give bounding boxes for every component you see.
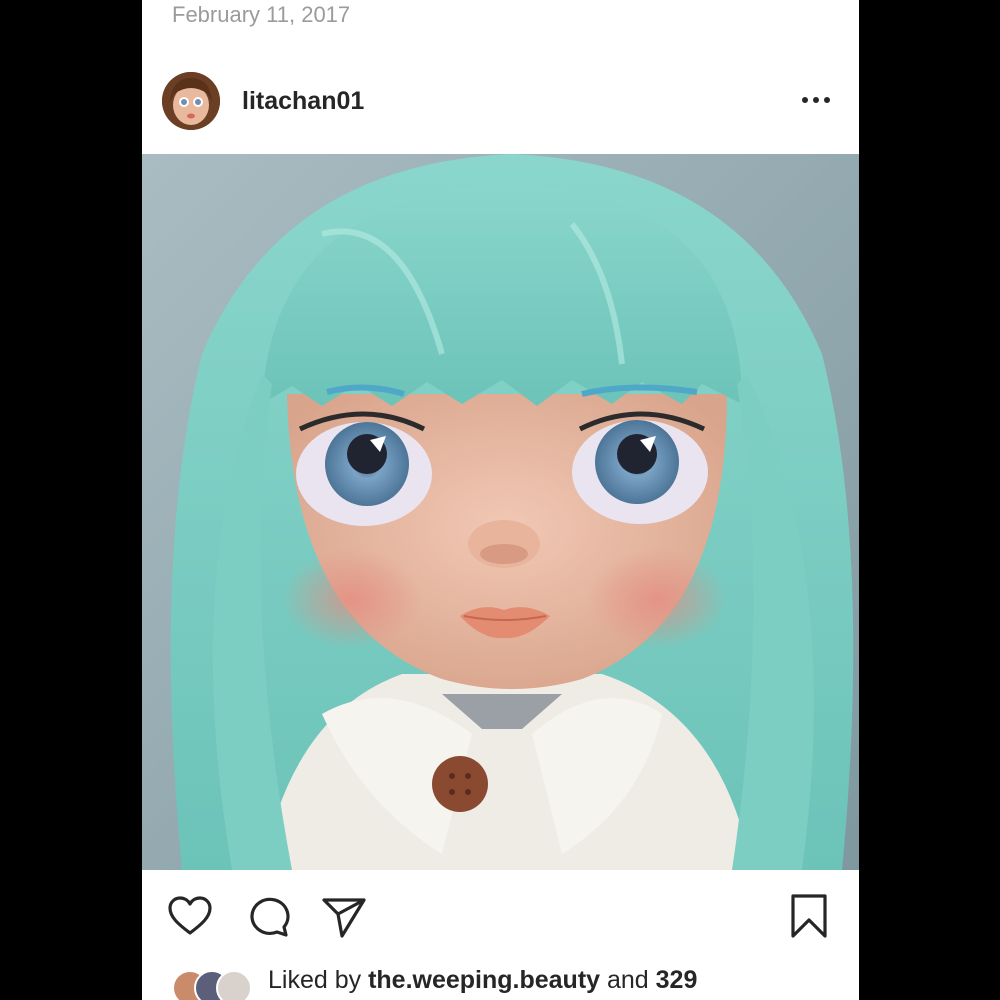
likes-prefix: Liked by [268, 966, 369, 994]
likes-count[interactable]: 329 [656, 966, 698, 994]
liker-avatar[interactable] [216, 970, 252, 1000]
post-header: litachan01 [142, 62, 859, 142]
doll-photo-illustration [142, 154, 859, 870]
heart-icon[interactable] [166, 892, 214, 940]
likes-summary[interactable]: Liked by the.weeping.beauty and 329 [268, 966, 697, 995]
comment-icon[interactable] [244, 892, 292, 940]
avatar-image [162, 72, 220, 130]
avatar[interactable] [162, 72, 220, 130]
likes-row: Liked by the.weeping.beauty and 329 [172, 962, 859, 1000]
username[interactable]: litachan01 [242, 87, 364, 116]
post-photo[interactable] [142, 154, 859, 870]
bookmark-icon[interactable] [785, 892, 833, 940]
liked-user[interactable]: the.weeping.beauty [368, 966, 600, 994]
likes-middle: and [600, 966, 656, 994]
post-date: February 11, 2017 [172, 2, 351, 27]
send-icon[interactable] [320, 892, 368, 940]
more-options-icon[interactable] [801, 88, 831, 112]
post-card: February 11, 2017 litachan01 Liked by th… [142, 0, 859, 1000]
post-actions [142, 880, 859, 950]
